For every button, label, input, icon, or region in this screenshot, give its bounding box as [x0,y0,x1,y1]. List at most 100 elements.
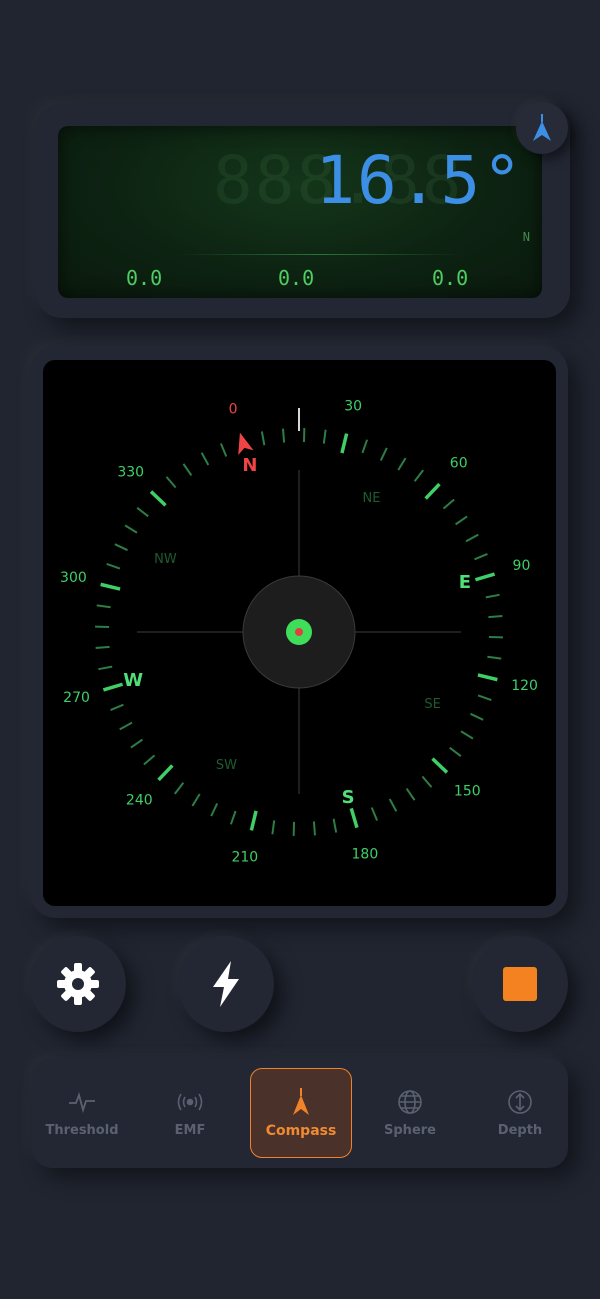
minor-tick [442,498,455,510]
minor-tick [477,694,492,702]
degree-label: 300 [60,570,87,586]
major-tick [102,682,124,692]
display-divider [178,254,462,255]
cardinal-s: S [342,787,355,808]
minor-tick [485,593,500,599]
minor-tick [114,543,128,552]
north-lock-button[interactable] [516,102,568,154]
tab-compass[interactable]: Compass [250,1068,352,1158]
intercardinal-se: SE [424,697,440,712]
stop-button[interactable] [472,936,568,1032]
minor-tick [488,614,503,619]
minor-tick [130,738,143,749]
cardinal-e: E [459,572,471,593]
degree-label: 210 [231,850,258,866]
minor-tick [413,469,424,482]
heading-display-panel: 888.88 16.5° N 0.0 0.0 0.0 [36,104,570,318]
tab-sphere[interactable]: Sphere [360,1068,460,1156]
minor-tick [271,820,276,835]
tab-label: Depth [497,1122,543,1138]
degree-label: 120 [511,678,538,694]
major-tick [149,490,167,507]
heading-readout: 16.5° [315,142,524,219]
major-tick [249,810,258,831]
minor-tick [143,754,156,766]
major-tick [424,482,441,500]
degree-label: 270 [63,690,90,706]
minor-tick [260,431,266,446]
minor-tick [281,428,286,443]
compass-panel: 0 30 60 90 120 150 180 210 240 270 300 330 N E S W NE SE S… [30,346,568,918]
minor-tick [191,793,201,807]
degree-label: 90 [513,558,531,574]
minor-tick [136,507,149,518]
compass-dial[interactable]: 0 306090120150180210240270300330 NESWNESES… [43,360,556,906]
minor-tick [449,746,462,757]
intercardinal-ne: NE [363,491,381,506]
degree-label: 150 [454,784,481,800]
north-pointer-icon [238,432,254,455]
minor-tick [119,721,133,731]
intercardinal-nw: NW [154,552,177,567]
degree-label: 0 [229,402,238,418]
depth-arrows-icon [508,1089,532,1114]
settings-button[interactable] [30,936,126,1032]
degree-label: 240 [126,792,153,808]
stop-square-icon [503,967,537,1001]
axis-value-z: 0.0 [432,266,469,290]
tab-emf[interactable]: EMF [140,1068,240,1156]
heading-display-screen: 888.88 16.5° N 0.0 0.0 0.0 [58,126,542,298]
degree-label: 60 [450,456,468,472]
minor-tick [110,703,124,711]
major-tick [477,673,498,682]
cardinal-n: N [242,455,257,476]
gear-icon [57,963,99,1005]
compass-arrow-icon [293,1088,309,1115]
minor-tick [174,782,185,795]
major-tick [431,757,449,774]
degree-label: 30 [344,398,362,414]
minor-tick [405,788,416,801]
minor-tick [470,712,484,721]
pulse-icon [69,1091,95,1113]
major-tick [100,582,121,591]
tab-label: Threshold [45,1122,119,1138]
minor-tick [379,447,388,461]
bottom-tab-bar: Threshold EMF Compass Sphere Depth [32,1058,568,1168]
tab-threshold[interactable]: Threshold [32,1068,132,1156]
minor-tick [220,443,228,457]
minor-tick [397,457,407,471]
intercardinal-sw: SW [216,758,237,773]
degree-label: 180 [352,846,379,862]
tab-depth[interactable]: Depth [470,1068,570,1156]
minor-tick [370,807,378,821]
major-tick [349,807,359,829]
minor-tick [460,730,474,740]
minor-tick [106,562,121,570]
minor-tick [312,821,317,836]
axis-value-y: 0.0 [278,266,315,290]
minor-tick [124,524,138,534]
minor-tick [229,810,237,825]
minor-tick [95,645,110,650]
minor-tick [388,798,398,812]
lightning-icon [213,961,239,1007]
minor-tick [465,533,479,543]
minor-tick [182,463,193,476]
axis-value-x: 0.0 [126,266,163,290]
minor-tick [455,515,468,526]
cardinal-w: W [123,670,143,691]
major-tick [474,572,496,582]
tab-label: Sphere [384,1122,436,1138]
major-tick [340,433,349,454]
tab-label: Compass [265,1123,337,1139]
compass-screen: 0 30 60 90 120 150 180 210 240 270 300 330 N E S W NE SE S… [43,360,556,906]
flash-button[interactable] [178,936,274,1032]
heading-direction-label: N [522,230,530,244]
minor-tick [210,803,219,817]
minor-tick [361,439,369,454]
minor-tick [322,429,327,444]
signal-waves-icon [177,1093,203,1110]
minor-tick [332,818,338,833]
degree-label: 330 [117,464,144,480]
